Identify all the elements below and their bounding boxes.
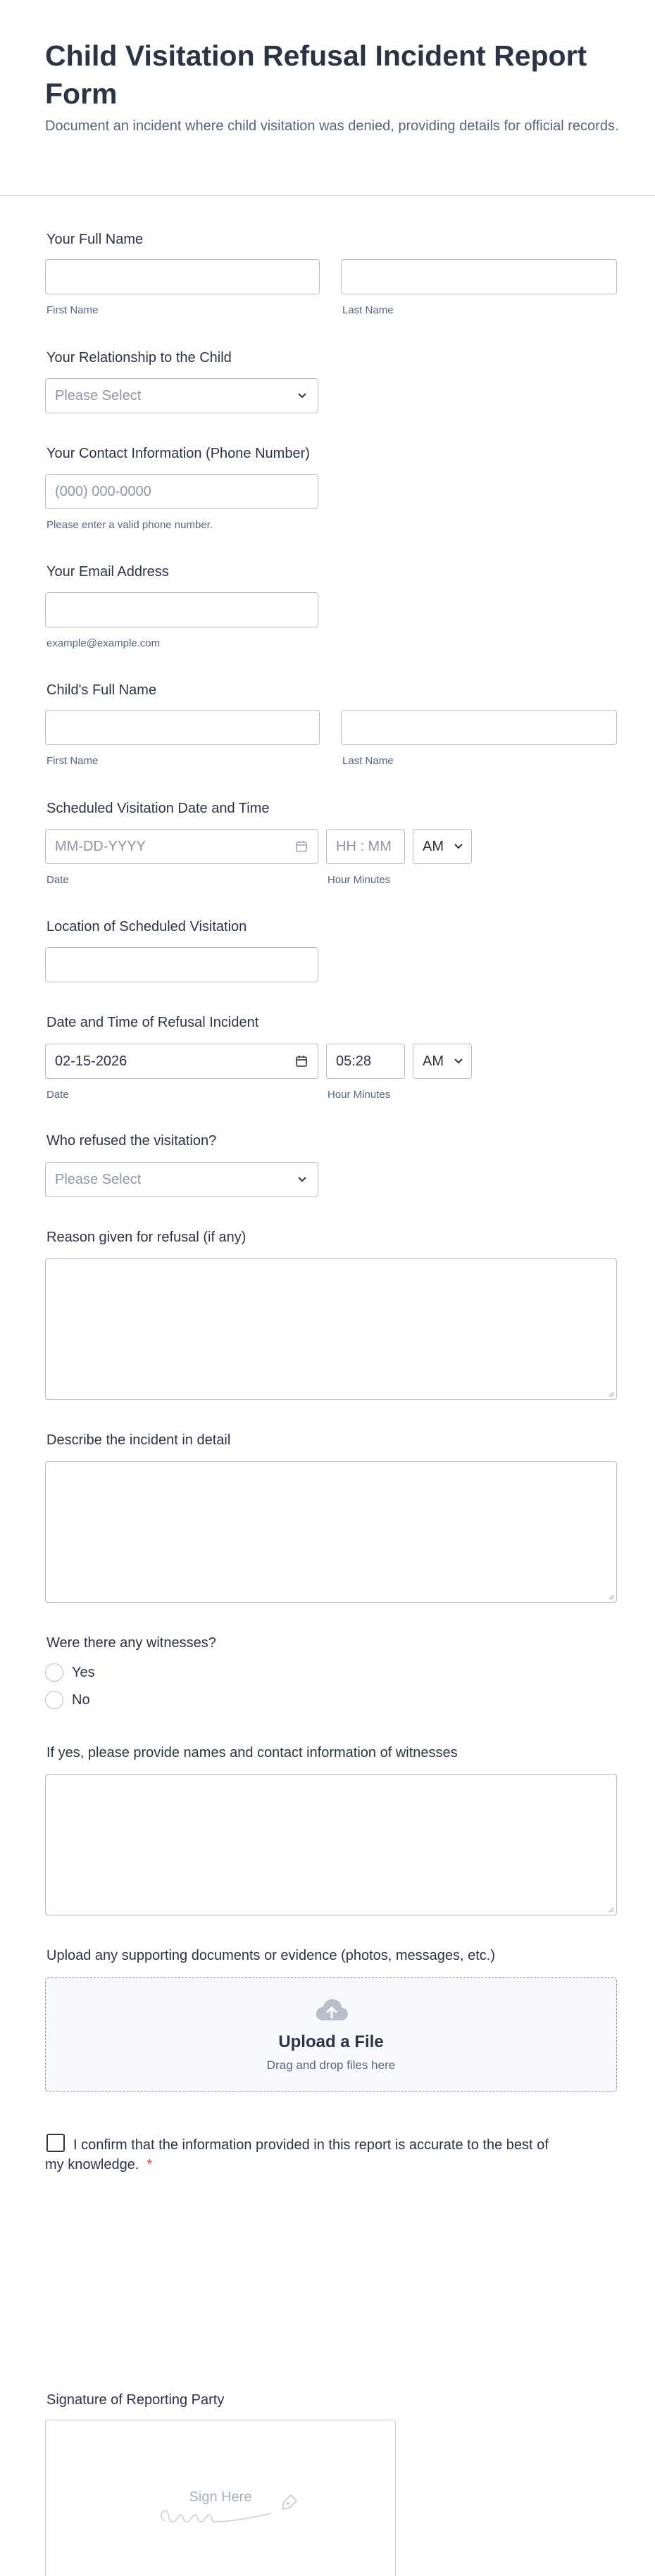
chevron-down-icon bbox=[454, 844, 463, 849]
witness-yes-radio[interactable] bbox=[45, 1663, 63, 1682]
location-input[interactable] bbox=[45, 947, 318, 982]
refusal-ampm-select[interactable]: AM bbox=[413, 1044, 472, 1079]
child-last-name-input[interactable] bbox=[341, 710, 617, 745]
full-name-label: Your Full Name bbox=[46, 232, 144, 247]
who-refused-label: Who refused the visitation? bbox=[46, 1133, 217, 1149]
confirm-text: I confirm that the information provided … bbox=[45, 2137, 549, 2172]
last-name-sublabel: Last Name bbox=[342, 304, 394, 316]
upload-subtitle: Drag and drop files here bbox=[266, 2058, 396, 2072]
scheduled-ampm-select[interactable]: AM bbox=[413, 829, 472, 864]
witness-no-label: No bbox=[72, 1692, 90, 1708]
calendar-icon[interactable] bbox=[294, 1054, 308, 1068]
witness-no-radio[interactable] bbox=[45, 1691, 63, 1709]
email-sublabel: example@example.com bbox=[46, 637, 161, 649]
upload-title: Upload a File bbox=[278, 2032, 384, 2051]
signature-pad[interactable]: Sign Here bbox=[45, 2420, 396, 2576]
resize-handle-icon[interactable] bbox=[607, 1593, 614, 1600]
upload-label: Upload any supporting documents or evide… bbox=[46, 1948, 496, 1963]
phone-label: Your Contact Information (Phone Number) bbox=[46, 446, 310, 461]
scheduled-date-input[interactable]: MM-DD-YYYY bbox=[45, 829, 318, 864]
witness-info-textarea[interactable] bbox=[45, 1774, 617, 1915]
scheduled-label: Scheduled Visitation Date and Time bbox=[46, 801, 270, 816]
child-first-name-sublabel: First Name bbox=[46, 755, 99, 767]
who-refused-select[interactable]: Please Select bbox=[45, 1162, 318, 1197]
witnesses-label: Were there any witnesses? bbox=[46, 1635, 216, 1651]
first-name-sublabel: First Name bbox=[46, 304, 99, 316]
refusal-time-sublabel: Hour Minutes bbox=[328, 1089, 391, 1101]
form-header: Child Visitation Refusal Incident Report… bbox=[0, 0, 655, 196]
relationship-label: Your Relationship to the Child bbox=[46, 350, 232, 365]
child-first-name-input[interactable] bbox=[45, 710, 320, 745]
witness-yes-label: Yes bbox=[72, 1665, 95, 1680]
resize-handle-icon[interactable] bbox=[607, 1390, 614, 1397]
chevron-down-icon bbox=[454, 1058, 463, 1064]
last-name-input[interactable] bbox=[341, 259, 617, 294]
reason-textarea[interactable] bbox=[45, 1258, 617, 1400]
file-upload-dropzone[interactable]: Upload a File Drag and drop files here bbox=[45, 1977, 617, 2092]
scheduled-date-sublabel: Date bbox=[46, 874, 69, 886]
scheduled-time-input[interactable]: HH : MM bbox=[326, 829, 405, 864]
refusal-label: Date and Time of Refusal Incident bbox=[46, 1015, 259, 1030]
refusal-time-input[interactable]: 05:28 bbox=[326, 1044, 405, 1079]
witness-info-label: If yes, please provide names and contact… bbox=[46, 1745, 458, 1761]
email-label: Your Email Address bbox=[46, 564, 169, 580]
form-description: Document an incident where child visitat… bbox=[45, 118, 619, 134]
email-input[interactable] bbox=[45, 592, 318, 627]
reason-label: Reason given for refusal (if any) bbox=[46, 1230, 247, 1245]
child-name-label: Child's Full Name bbox=[46, 682, 157, 698]
child-last-name-sublabel: Last Name bbox=[342, 755, 394, 767]
chevron-down-icon bbox=[298, 1177, 306, 1182]
form-title: Child Visitation Refusal Incident Report… bbox=[45, 39, 587, 110]
confirm-label: I confirm that the information provided … bbox=[45, 2135, 552, 2175]
chevron-down-icon bbox=[298, 393, 306, 399]
location-label: Location of Scheduled Visitation bbox=[46, 919, 247, 934]
signature-placeholder: Sign Here bbox=[189, 2489, 252, 2505]
describe-label: Describe the incident in detail bbox=[46, 1432, 231, 1448]
required-mark: * bbox=[146, 2157, 153, 2172]
describe-textarea[interactable] bbox=[45, 1461, 617, 1603]
relationship-select[interactable]: Please Select bbox=[45, 378, 318, 413]
phone-input[interactable]: (000) 000-0000 bbox=[45, 474, 318, 509]
refusal-date-input[interactable]: 02-15-2026 bbox=[45, 1044, 318, 1079]
signature-label: Signature of Reporting Party bbox=[46, 2392, 225, 2408]
refusal-date-sublabel: Date bbox=[46, 1089, 69, 1101]
scheduled-time-sublabel: Hour Minutes bbox=[328, 874, 391, 886]
calendar-icon[interactable] bbox=[294, 839, 308, 854]
resize-handle-icon[interactable] bbox=[607, 1906, 614, 1913]
cloud-upload-icon bbox=[316, 1999, 348, 2020]
first-name-input[interactable] bbox=[45, 259, 320, 294]
phone-sublabel: Please enter a valid phone number. bbox=[46, 519, 213, 531]
